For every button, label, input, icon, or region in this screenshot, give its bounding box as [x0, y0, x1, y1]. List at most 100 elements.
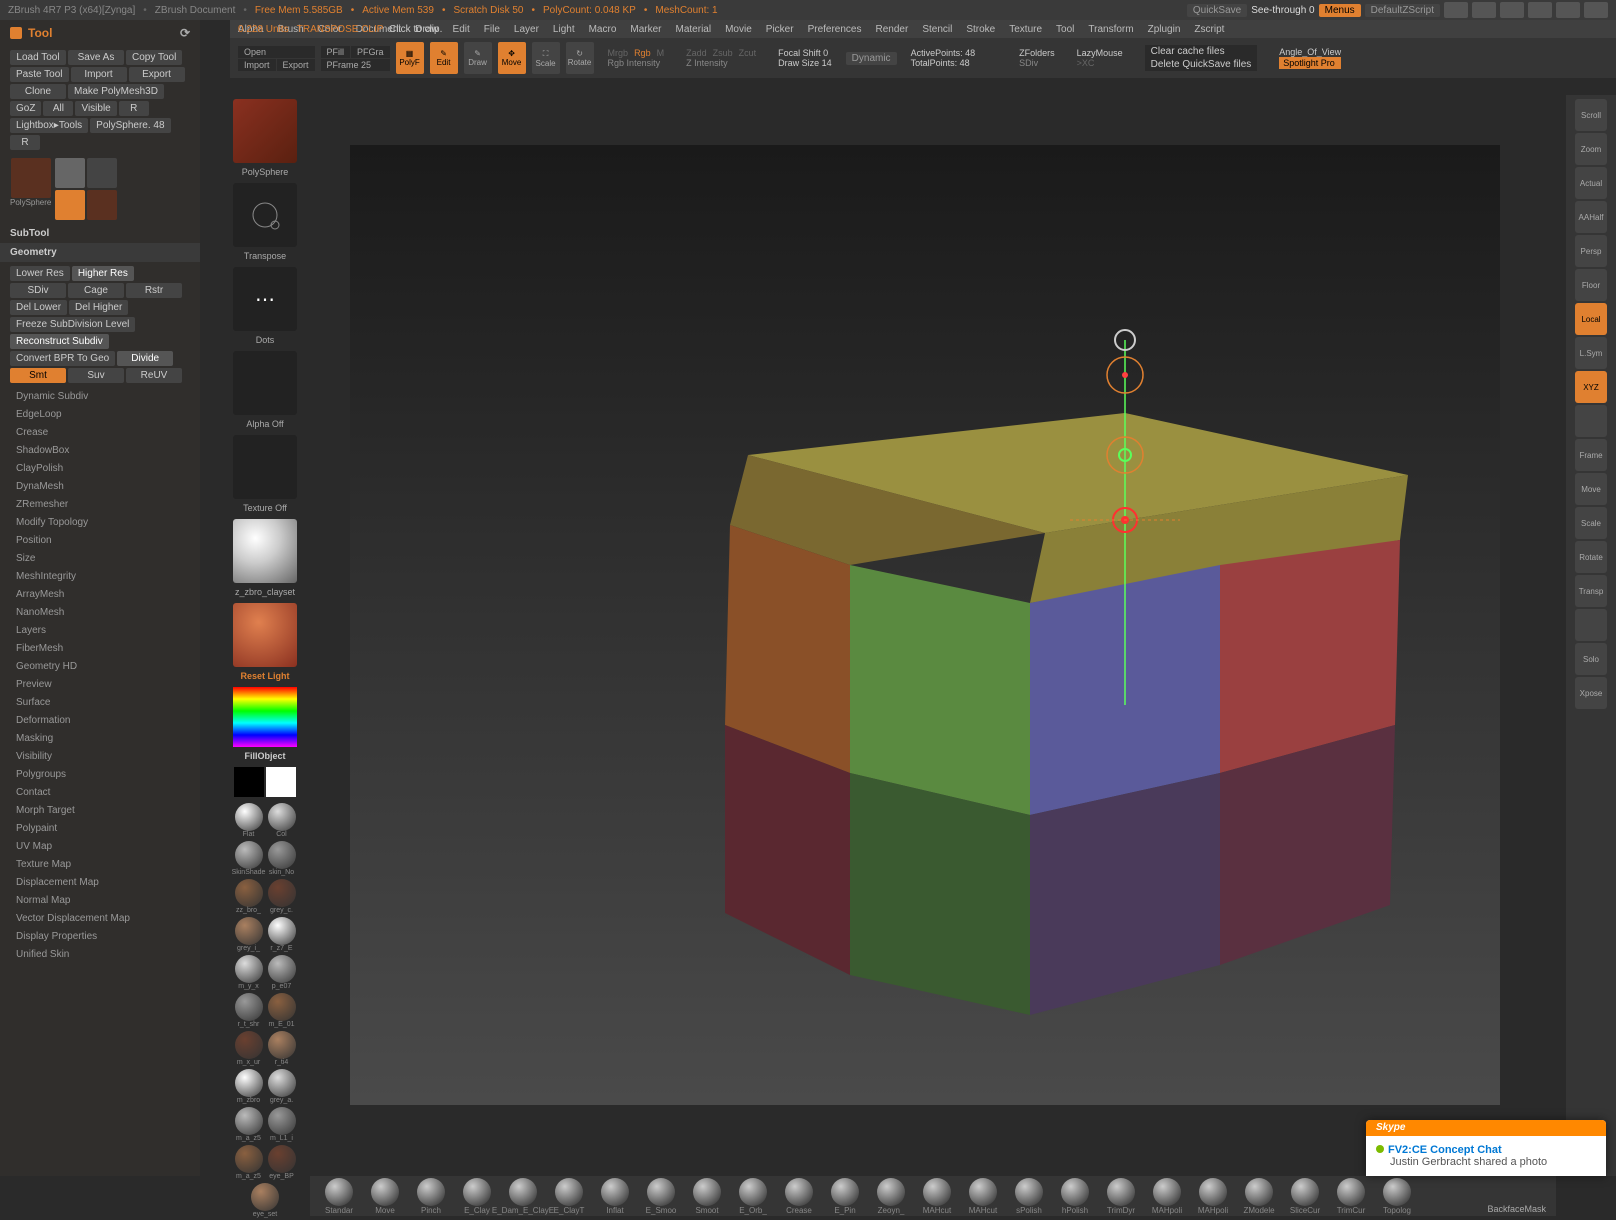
brush-zeoyn_[interactable] — [877, 1178, 905, 1206]
geo-btn-smt[interactable]: Smt — [10, 368, 66, 383]
skype-notification[interactable]: Skype FV2:CE Concept Chat Justin Gerbrac… — [1366, 1120, 1606, 1176]
zcut-toggle[interactable]: Zcut — [739, 48, 757, 58]
material-grey_a.[interactable] — [268, 1069, 296, 1097]
menu-transform[interactable]: Transform — [1088, 24, 1133, 35]
material-zz_bro_[interactable] — [235, 879, 263, 907]
tool-btn-all[interactable]: All — [43, 101, 73, 116]
right-aahalf[interactable]: AAHalf — [1575, 201, 1607, 233]
right-persp[interactable]: Persp — [1575, 235, 1607, 267]
pframe-button[interactable]: PFrame 25 — [321, 59, 390, 71]
menu-preferences[interactable]: Preferences — [808, 24, 862, 35]
brush-hpolish[interactable] — [1061, 1178, 1089, 1206]
material-grey_i_[interactable] — [235, 917, 263, 945]
brush-mahcut[interactable] — [969, 1178, 997, 1206]
right-blank-9[interactable] — [1575, 405, 1607, 437]
mrgb-toggle[interactable]: Mrgb — [608, 48, 629, 58]
section-crease[interactable]: Crease — [10, 424, 190, 441]
section-polypaint[interactable]: Polypaint — [10, 820, 190, 837]
rgb-intensity[interactable]: Rgb Intensity — [608, 58, 665, 68]
zsub-toggle[interactable]: Zsub — [713, 48, 733, 58]
tool-btn-clone[interactable]: Clone — [10, 84, 66, 99]
geo-btn-convert-bpr-to-geo[interactable]: Convert BPR To Geo — [10, 351, 115, 366]
section-claypolish[interactable]: ClayPolish — [10, 460, 190, 477]
section-preview[interactable]: Preview — [10, 676, 190, 693]
brush-e_clay[interactable] — [463, 1178, 491, 1206]
edit-icon[interactable]: ✎Edit — [430, 42, 458, 74]
tool-btn-visible[interactable]: Visible — [75, 101, 116, 116]
clear-cache-button[interactable]: Clear cache files — [1145, 45, 1258, 58]
menu-macro[interactable]: Macro — [589, 24, 617, 35]
tool-btn-lightbox-tools[interactable]: Lightbox▸Tools — [10, 118, 88, 133]
geo-btn-cage[interactable]: Cage — [68, 283, 124, 298]
menu-stroke[interactable]: Stroke — [966, 24, 995, 35]
color-swatch-black[interactable] — [234, 767, 264, 797]
delete-quicksave-button[interactable]: Delete QuickSave files — [1145, 58, 1258, 71]
material-m_E_01[interactable] — [268, 993, 296, 1021]
window-maximize[interactable] — [1556, 2, 1580, 18]
pfill-button[interactable]: PFill — [321, 46, 351, 58]
3d-cube-model[interactable] — [350, 145, 1500, 1105]
menu-marker[interactable]: Marker — [630, 24, 661, 35]
brush-move[interactable] — [371, 1178, 399, 1206]
material-grey_c.[interactable] — [268, 879, 296, 907]
menu-texture[interactable]: Texture — [1009, 24, 1042, 35]
brush-e_smoo[interactable] — [647, 1178, 675, 1206]
menu-layer[interactable]: Layer — [514, 24, 539, 35]
menus-button[interactable]: Menus — [1319, 4, 1361, 17]
menu-movie[interactable]: Movie — [725, 24, 752, 35]
geo-btn-del-higher[interactable]: Del Higher — [69, 300, 128, 315]
section-geometry-hd[interactable]: Geometry HD — [10, 658, 190, 675]
material-r_t_shr[interactable] — [235, 993, 263, 1021]
geometry-section[interactable]: Geometry — [0, 243, 200, 262]
geo-btn-higher-res[interactable]: Higher Res — [72, 266, 134, 281]
right-xyz[interactable]: XYZ — [1575, 371, 1607, 403]
tool-thumb-simplebrush[interactable] — [55, 190, 85, 220]
menu-material[interactable]: Material — [676, 24, 712, 35]
menu-zplugin[interactable]: Zplugin — [1148, 24, 1181, 35]
brush-trimcur[interactable] — [1337, 1178, 1365, 1206]
tool-btn-r[interactable]: R — [10, 135, 40, 150]
draw-icon[interactable]: ✎Draw — [464, 42, 492, 74]
material-Flat[interactable] — [235, 803, 263, 831]
tool-btn-make-polymesh3d[interactable]: Make PolyMesh3D — [68, 84, 164, 99]
brush-smoot[interactable] — [693, 1178, 721, 1206]
menu-light[interactable]: Light — [553, 24, 575, 35]
scale-icon[interactable]: ⛶Scale — [532, 42, 560, 74]
right-blank-15[interactable] — [1575, 609, 1607, 641]
section-deformation[interactable]: Deformation — [10, 712, 190, 729]
rgb-toggle[interactable]: Rgb — [634, 48, 651, 58]
tool-thumb-polysphere2[interactable] — [87, 190, 117, 220]
light-slot[interactable] — [233, 603, 297, 667]
window-minimize[interactable] — [1528, 2, 1552, 18]
section-modify-topology[interactable]: Modify Topology — [10, 514, 190, 531]
skype-chat-title[interactable]: FV2:CE Concept Chat — [1388, 1144, 1502, 1156]
menu-edit[interactable]: Edit — [453, 24, 470, 35]
material-r_ti4[interactable] — [268, 1031, 296, 1059]
right-rotate[interactable]: Rotate — [1575, 541, 1607, 573]
tool-btn-import[interactable]: Import — [71, 67, 127, 82]
material-eye_BP[interactable] — [268, 1145, 296, 1173]
window-close[interactable] — [1584, 2, 1608, 18]
right-move[interactable]: Move — [1575, 473, 1607, 505]
material-m_zbro[interactable] — [235, 1069, 263, 1097]
default-script[interactable]: DefaultZScript — [1365, 4, 1440, 17]
right-zoom[interactable]: Zoom — [1575, 133, 1607, 165]
section-fibermesh[interactable]: FiberMesh — [10, 640, 190, 657]
right-actual[interactable]: Actual — [1575, 167, 1607, 199]
section-layers[interactable]: Layers — [10, 622, 190, 639]
section-uv-map[interactable]: UV Map — [10, 838, 190, 855]
section-texture-map[interactable]: Texture Map — [10, 856, 190, 873]
material-m_y_x[interactable] — [235, 955, 263, 983]
brush-topolog[interactable] — [1383, 1178, 1411, 1206]
focal-shift[interactable]: Focal Shift 0 — [778, 48, 832, 58]
section-size[interactable]: Size — [10, 550, 190, 567]
tool-btn-goz[interactable]: GoZ — [10, 101, 41, 116]
right-local[interactable]: Local — [1575, 303, 1607, 335]
section-nanomesh[interactable]: NanoMesh — [10, 604, 190, 621]
draw-size[interactable]: Draw Size 14 — [778, 58, 832, 68]
brush-e_dam_e_claye[interactable] — [509, 1178, 537, 1206]
right-xpose[interactable]: Xpose — [1575, 677, 1607, 709]
brush-e_orb_[interactable] — [739, 1178, 767, 1206]
brush-slicecur[interactable] — [1291, 1178, 1319, 1206]
right-l.sym[interactable]: L.Sym — [1575, 337, 1607, 369]
